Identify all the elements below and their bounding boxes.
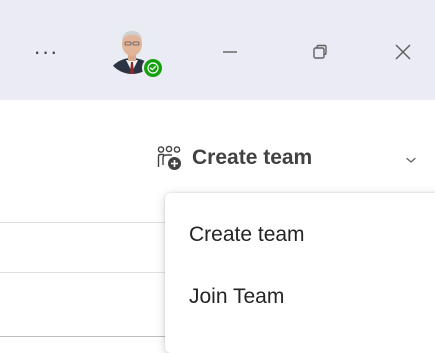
minimize-button[interactable]: [205, 30, 255, 74]
create-team-menu: Create team Join Team: [165, 193, 435, 353]
list-divider: [0, 272, 170, 273]
menu-item-create-team[interactable]: Create team: [165, 211, 435, 265]
chevron-down-icon: [406, 157, 416, 163]
create-team-button[interactable]: Create team: [156, 130, 312, 186]
close-button[interactable]: [375, 30, 431, 74]
menu-item-label: Join Team: [189, 285, 285, 308]
list-divider: [0, 222, 170, 223]
available-check-icon: [144, 59, 162, 77]
menu-item-join-team[interactable]: Join Team: [165, 265, 435, 329]
more-options-label: ···: [33, 39, 59, 64]
create-team-dropdown-button[interactable]: [401, 150, 421, 170]
more-options-button[interactable]: ···: [20, 30, 72, 74]
restore-icon: [313, 44, 327, 59]
avatar[interactable]: [106, 22, 164, 79]
people-team-add-icon: [157, 145, 181, 170]
restore-button[interactable]: [295, 30, 345, 74]
presence-badge: [142, 57, 164, 79]
list-divider: [0, 336, 170, 337]
title-bar: ···: [0, 0, 435, 100]
create-team-label: Create team: [192, 146, 313, 169]
minimize-icon: [223, 51, 237, 53]
close-icon: [395, 44, 411, 60]
menu-item-label: Create team: [189, 223, 305, 246]
